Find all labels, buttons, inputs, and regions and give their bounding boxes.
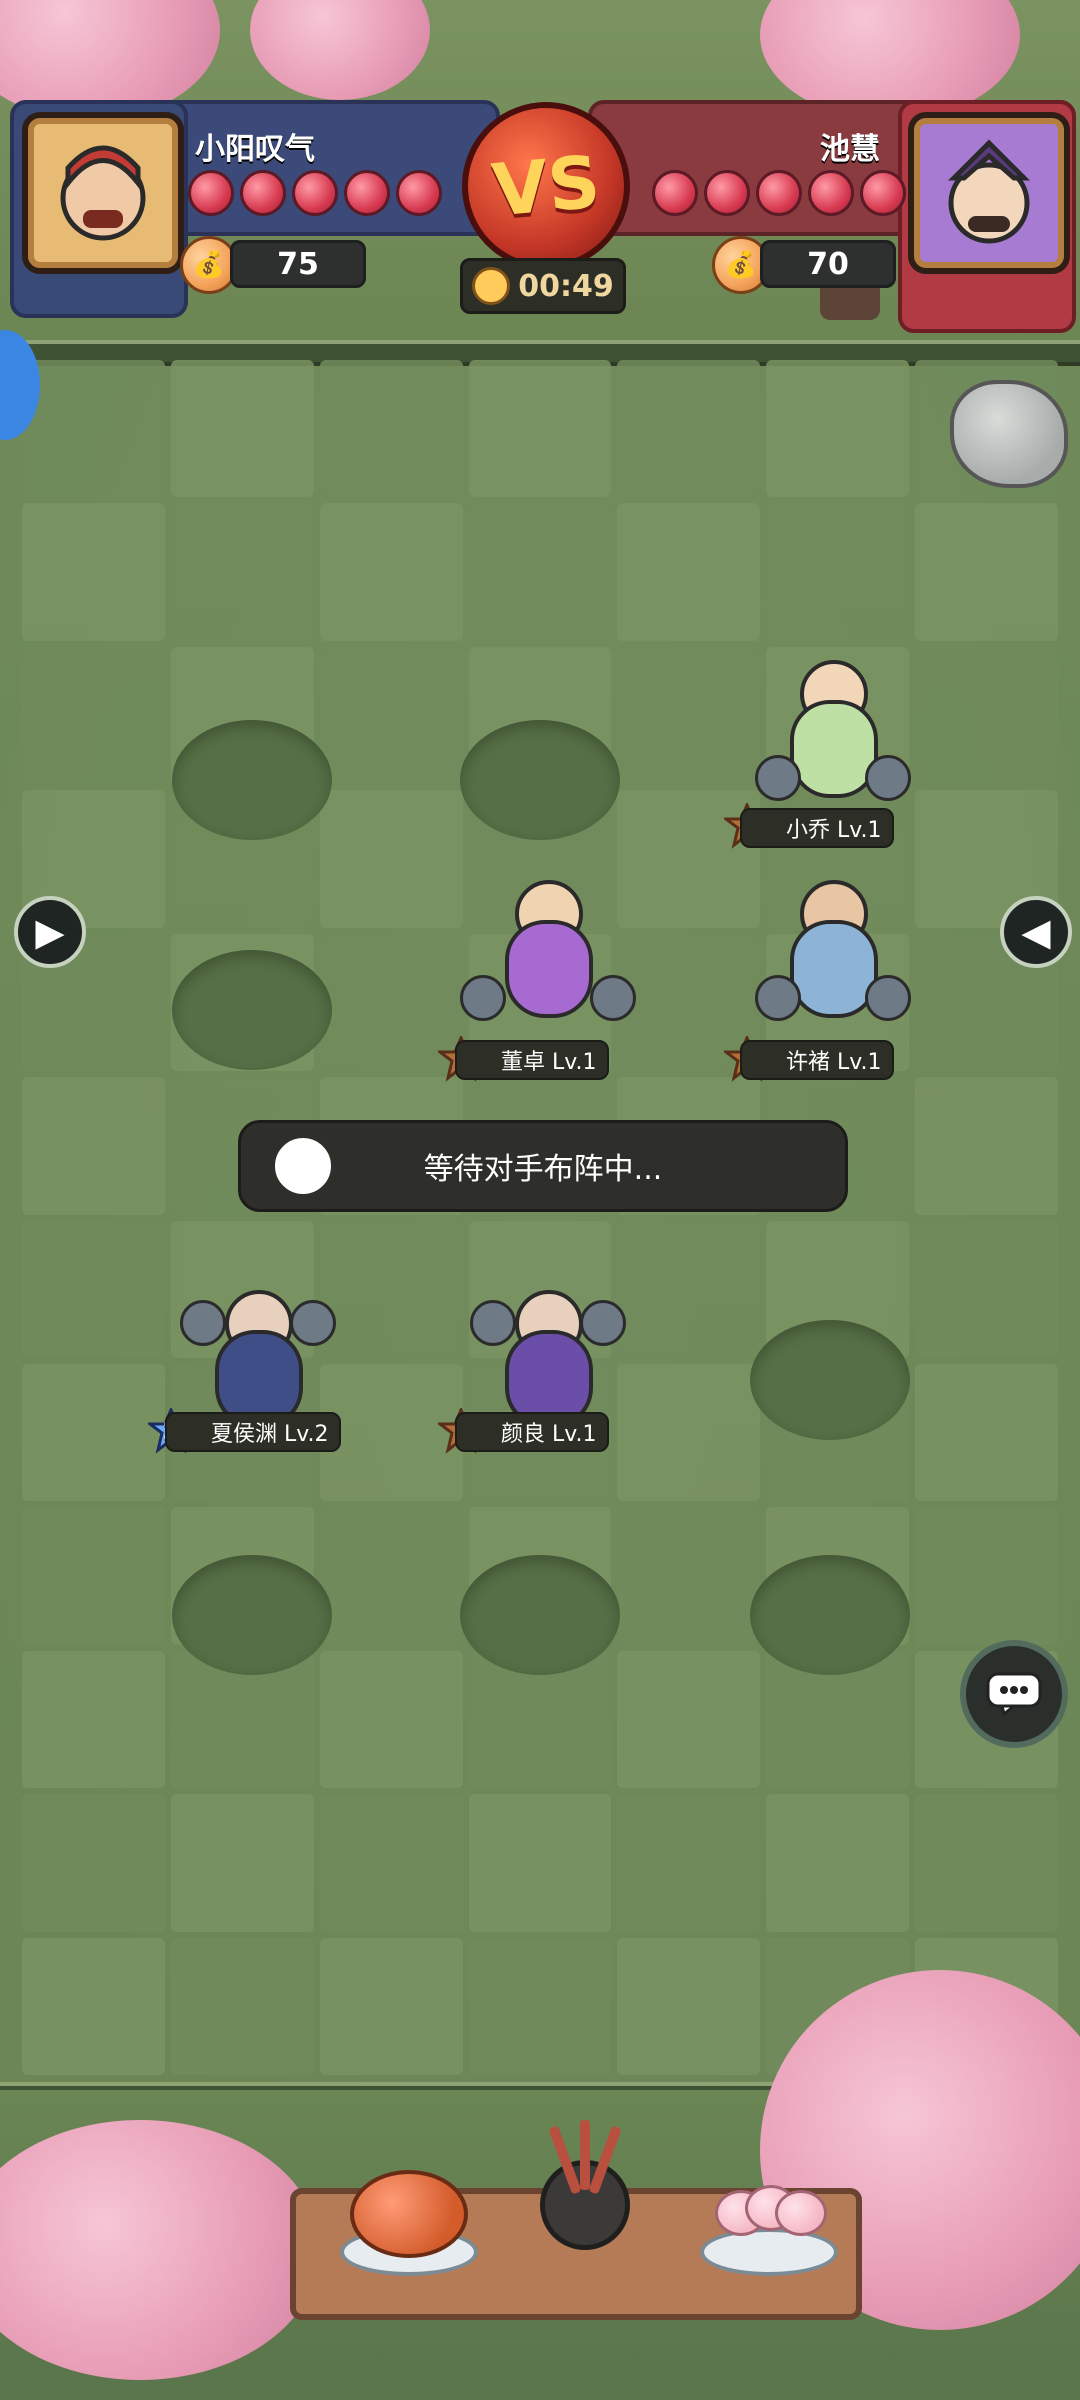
empty-slot[interactable]: [172, 1555, 332, 1675]
roast-chicken-icon: [350, 2170, 468, 2258]
heart-icon: [652, 170, 698, 216]
unit-label: 小乔 Lv.1: [740, 808, 894, 848]
player-right-name: 池慧: [820, 132, 880, 167]
heart-icon: [240, 170, 286, 216]
soldier-icon: [865, 755, 911, 801]
player-left-hearts: [188, 170, 442, 216]
unit-label: 许褚 Lv.1: [740, 1040, 894, 1080]
unit-dongzhuo[interactable]: [460, 880, 636, 1040]
player-right-avatar[interactable]: [908, 112, 1070, 274]
waiting-banner: 等待对手布阵中...: [238, 1120, 848, 1212]
general-face-icon: [947, 139, 1031, 244]
player-left-coins: 75: [230, 240, 366, 288]
plate: [700, 2228, 838, 2276]
soldier-icon: [460, 975, 506, 1021]
empty-slot[interactable]: [750, 1555, 910, 1675]
soldier-icon: [755, 755, 801, 801]
empty-slot[interactable]: [172, 720, 332, 840]
player-left-name: 小阳叹气: [195, 132, 315, 167]
heart-icon: [396, 170, 442, 216]
heart-icon: [756, 170, 802, 216]
cherry-tree-top-mid: [250, 0, 430, 100]
unit-xiaoqiao[interactable]: [745, 660, 915, 820]
soldier-icon: [580, 1300, 626, 1346]
arrow-right-icon: ▶: [35, 910, 65, 954]
soldier-icon: [470, 1300, 516, 1346]
hero-body: [505, 920, 593, 1018]
heart-icon: [808, 170, 854, 216]
board-grid: [22, 360, 1058, 2075]
player-right-coins: 70: [760, 240, 896, 288]
waiting-text: 等待对手布阵中...: [423, 1152, 663, 1187]
soldier-icon: [180, 1300, 226, 1346]
arrow-left-icon: ◀: [1021, 910, 1051, 954]
heart-icon: [188, 170, 234, 216]
arrow-left-button[interactable]: ◀: [1000, 896, 1072, 968]
heart-icon: [860, 170, 906, 216]
heart-icon: [344, 170, 390, 216]
player-right-hearts: [652, 170, 906, 216]
arrow-right-button[interactable]: ▶: [14, 896, 86, 968]
empty-slot[interactable]: [172, 950, 332, 1070]
player-left-avatar[interactable]: [22, 112, 184, 274]
heart-icon: [292, 170, 338, 216]
heart-icon: [704, 170, 750, 216]
soldier-icon: [290, 1300, 336, 1346]
stopwatch-icon: [271, 1134, 335, 1198]
unit-label: 董卓 Lv.1: [455, 1040, 609, 1080]
empty-slot[interactable]: [460, 1555, 620, 1675]
soldier-icon: [865, 975, 911, 1021]
incense-stick: [580, 2120, 590, 2190]
round-timer: 00:49: [460, 258, 626, 314]
warrior-face-icon: [60, 145, 146, 241]
unit-label: 颜良 Lv.1: [455, 1412, 609, 1452]
unit-xuchu[interactable]: [745, 880, 915, 1040]
soldier-icon: [755, 975, 801, 1021]
empty-slot[interactable]: [750, 1320, 910, 1440]
cherry-tree-bottom-left: [0, 2120, 320, 2380]
battle-board: 小阳叹气 💰 75 池慧 💰 70 VS 00:49 ▶ ◀ 小乔 Lv.1 董…: [0, 0, 1080, 2400]
chat-button[interactable]: [960, 1640, 1068, 1748]
unit-label: 夏侯渊 Lv.2: [165, 1412, 341, 1452]
timer-text: 00:49: [518, 268, 614, 304]
stopwatch-icon: [472, 267, 511, 305]
empty-slot[interactable]: [460, 720, 620, 840]
soldier-icon: [590, 975, 636, 1021]
chat-bubble-icon: [986, 1672, 1042, 1716]
rock-decoration: [950, 380, 1068, 488]
peach-bun-icon: [775, 2190, 827, 2236]
